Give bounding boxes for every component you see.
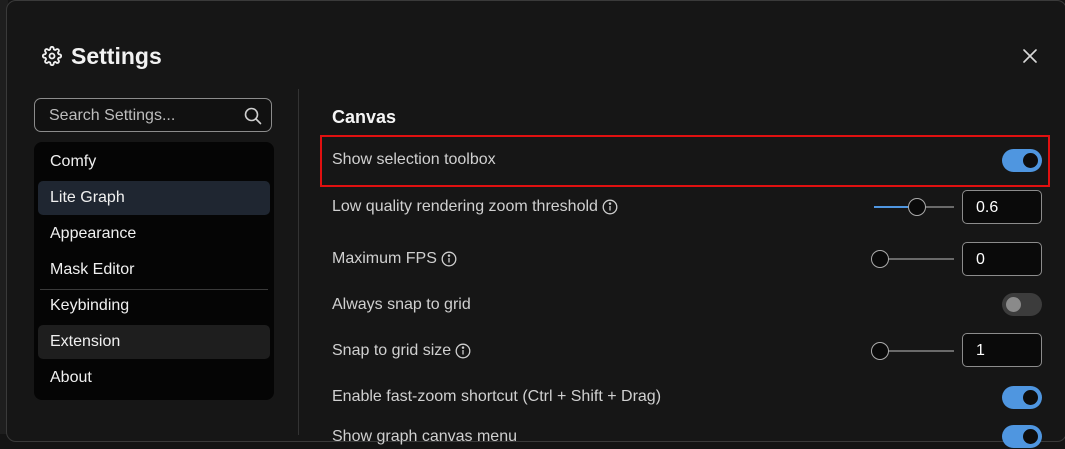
- max-fps-value[interactable]: [974, 243, 1038, 277]
- nav-item-keybinding[interactable]: Keybinding: [38, 289, 270, 323]
- setting-label: Maximum FPS: [332, 247, 457, 271]
- panel-divider: [298, 89, 299, 435]
- setting-label-text: Snap to grid size: [332, 342, 452, 359]
- close-icon: [1023, 49, 1037, 63]
- close-button[interactable]: [1019, 45, 1041, 67]
- snap-to-grid-toggle[interactable]: [1002, 293, 1042, 316]
- max-fps-input: [962, 242, 1042, 277]
- info-icon[interactable]: [441, 251, 457, 267]
- nav-item-comfy[interactable]: Comfy: [38, 145, 270, 179]
- setting-label-text: Show selection toolbox: [332, 151, 496, 168]
- dialog-title: Settings: [71, 42, 162, 69]
- toggle-knob: [1023, 390, 1038, 405]
- settings-dialog: Settings Comfy Lite Graph Appearance Mas…: [6, 0, 1065, 448]
- search-box: [34, 98, 272, 133]
- setting-label-text: Show graph canvas menu: [332, 428, 517, 445]
- nav-item-lite-graph[interactable]: Lite Graph: [38, 181, 270, 215]
- setting-label: Always snap to grid: [332, 293, 471, 317]
- nav-item-appearance[interactable]: Appearance: [38, 217, 270, 251]
- setting-label-text: Enable fast-zoom shortcut (Ctrl + Shift …: [332, 388, 662, 405]
- info-icon[interactable]: [455, 343, 471, 359]
- snap-grid-size-value[interactable]: [974, 334, 1038, 368]
- zoom-threshold-value[interactable]: [974, 191, 1038, 225]
- toggle-knob: [1006, 297, 1021, 312]
- snap-grid-size-slider[interactable]: [871, 341, 954, 361]
- graph-canvas-menu-toggle[interactable]: [1002, 425, 1042, 448]
- dialog-header: Settings: [41, 41, 162, 71]
- setting-label-text: Low quality rendering zoom threshold: [332, 198, 598, 215]
- setting-label: Low quality rendering zoom threshold: [332, 195, 618, 219]
- settings-category-nav: Comfy Lite Graph Appearance Mask Editor …: [34, 142, 274, 400]
- search-input[interactable]: [47, 99, 241, 133]
- zoom-threshold-slider[interactable]: [874, 197, 954, 217]
- setting-label-text: Always snap to grid: [332, 296, 471, 313]
- slider-thumb[interactable]: [871, 342, 889, 360]
- setting-label: Snap to grid size: [332, 339, 471, 363]
- search-icon[interactable]: [244, 107, 262, 125]
- slider-thumb[interactable]: [871, 250, 889, 268]
- setting-label: Show graph canvas menu: [332, 425, 517, 449]
- zoom-threshold-input: [962, 190, 1042, 225]
- toggle-knob: [1023, 153, 1038, 168]
- info-icon[interactable]: [602, 199, 618, 215]
- fast-zoom-toggle[interactable]: [1002, 386, 1042, 409]
- gear-icon: [41, 45, 63, 67]
- show-selection-toolbox-toggle[interactable]: [1002, 149, 1042, 172]
- section-title: Canvas: [332, 107, 397, 127]
- setting-label: Show selection toolbox: [332, 148, 496, 172]
- nav-item-mask-editor[interactable]: Mask Editor: [38, 253, 270, 287]
- setting-label-text: Maximum FPS: [332, 250, 437, 267]
- setting-label: Enable fast-zoom shortcut (Ctrl + Shift …: [332, 385, 661, 409]
- nav-item-about[interactable]: About: [38, 361, 270, 395]
- snap-grid-size-input: [962, 333, 1042, 368]
- max-fps-slider[interactable]: [871, 249, 954, 269]
- toggle-knob: [1023, 429, 1038, 444]
- nav-item-extension[interactable]: Extension: [38, 325, 270, 359]
- slider-thumb[interactable]: [908, 198, 927, 216]
